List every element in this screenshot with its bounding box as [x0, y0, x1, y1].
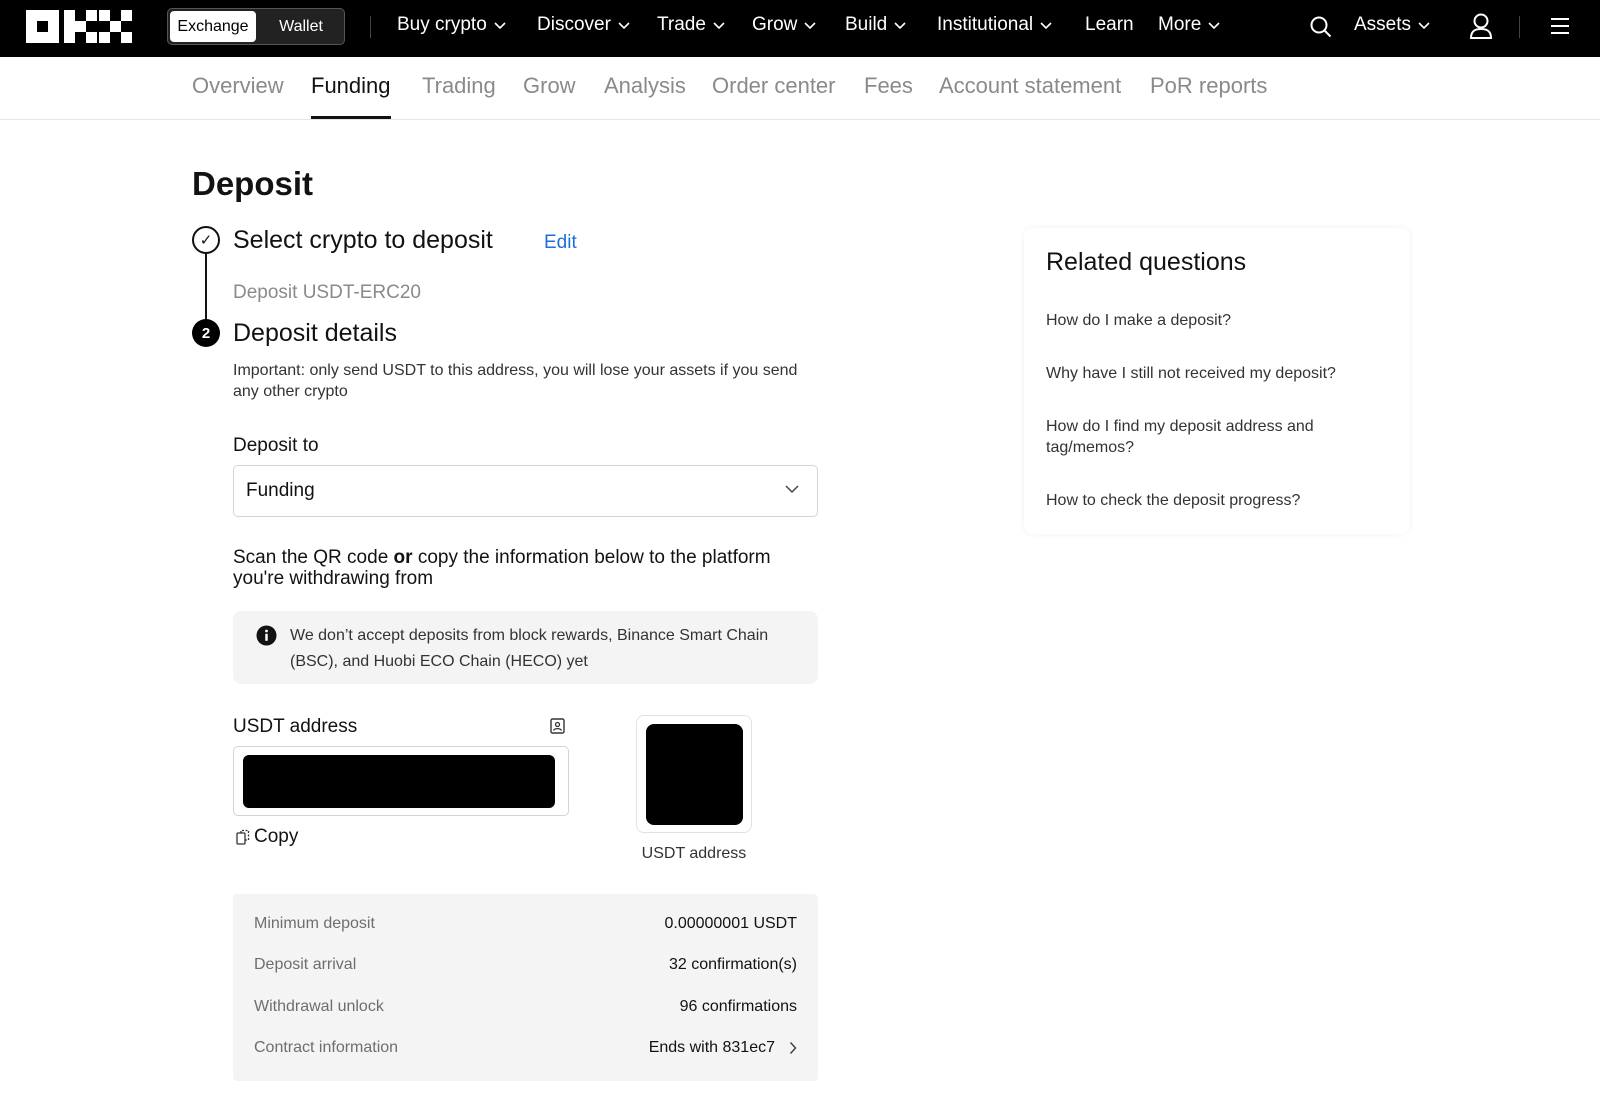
user-icon[interactable]: [1469, 12, 1493, 40]
tab-grow[interactable]: Grow: [523, 73, 576, 99]
redacted-qr-code: [646, 724, 743, 825]
nav-grow[interactable]: Grow: [752, 14, 816, 36]
address-label: USDT address: [233, 716, 358, 737]
copy-icon: [236, 829, 250, 845]
nav-buy-crypto[interactable]: Buy crypto: [397, 14, 506, 36]
address-book-icon[interactable]: [550, 718, 565, 734]
related-question-link[interactable]: How to check the deposit progress?: [1046, 490, 1366, 511]
info-key: Withdrawal unlock: [254, 998, 384, 1015]
info-value: 32 confirmation(s): [668, 956, 797, 973]
info-value: 96 confirmations: [679, 998, 797, 1015]
nav-label: Trade: [657, 14, 706, 35]
tab-account-statement[interactable]: Account statement: [939, 73, 1121, 99]
contract-info-row[interactable]: Contract information Ends with 831ec7: [254, 1039, 797, 1063]
tab-por-reports[interactable]: PoR reports: [1150, 73, 1267, 99]
tab-overview[interactable]: Overview: [192, 73, 284, 99]
nav-institutional[interactable]: Institutional: [937, 14, 1052, 36]
nav-label: Grow: [752, 14, 798, 35]
notice-text: We don’t accept deposits from block rewa…: [290, 627, 769, 670]
redacted-address: [243, 755, 555, 808]
edit-crypto-link[interactable]: Edit: [544, 232, 577, 254]
nav-label: Learn: [1085, 14, 1134, 35]
info-value-wrap: Ends with 831ec7: [649, 1039, 797, 1057]
info-value: Ends with 831ec7: [648, 1039, 775, 1056]
related-question-link[interactable]: Why have I still not received my deposit…: [1046, 363, 1366, 384]
info-row: Withdrawal unlock 96 confirmations: [254, 998, 797, 1022]
info-key: Deposit arrival: [254, 956, 357, 973]
chevron-down-icon: [1208, 19, 1220, 31]
related-question-link[interactable]: How do I find my deposit address and tag…: [1046, 416, 1366, 458]
scan-text-before: Scan the QR code: [233, 547, 394, 568]
deposit-notice: We don’t accept deposits from block rewa…: [233, 611, 818, 684]
chevron-right-icon: [789, 1041, 797, 1055]
step-2-title: Deposit details: [233, 319, 397, 347]
tab-order-center[interactable]: Order center: [712, 73, 836, 99]
chevron-down-icon: [618, 19, 630, 31]
top-navigation-bar: Exchange Wallet Buy crypto Discover Trad…: [0, 0, 1600, 57]
chevron-down-icon: [494, 19, 506, 31]
nav-build[interactable]: Build: [845, 14, 906, 36]
assets-subtabs: Overview Funding Trading Grow Analysis O…: [0, 57, 1600, 120]
step-1-complete-icon: ✓: [192, 226, 220, 254]
info-key: Contract information: [254, 1039, 399, 1056]
tab-analysis[interactable]: Analysis: [604, 73, 686, 99]
deposit-to-label: Deposit to: [233, 435, 319, 456]
info-icon: [256, 625, 277, 646]
tab-trading[interactable]: Trading: [422, 73, 496, 99]
nav-label: Build: [845, 14, 888, 35]
nav-divider: [370, 16, 371, 38]
info-value: 0.00000001 USDT: [664, 915, 797, 932]
selected-crypto: Deposit USDT-ERC20: [233, 282, 421, 303]
nav-divider: [1519, 16, 1520, 38]
related-questions-panel: Related questions How do I make a deposi…: [1024, 228, 1410, 534]
deposit-to-select[interactable]: Funding: [233, 465, 818, 517]
okx-logo[interactable]: [26, 10, 132, 43]
nav-learn[interactable]: Learn: [1085, 14, 1134, 36]
nav-label: Discover: [537, 14, 611, 35]
qr-caption: USDT address: [641, 845, 747, 862]
nav-label: Assets: [1354, 14, 1412, 35]
copy-address-button[interactable]: Copy: [236, 826, 298, 848]
deposit-info-table: Minimum deposit 0.00000001 USDT Deposit …: [233, 894, 818, 1081]
nav-label: Institutional: [937, 14, 1034, 35]
chevron-down-icon: [785, 485, 799, 494]
step-2-badge: 2: [192, 319, 220, 347]
scan-instructions: Scan the QR code or copy the information…: [233, 547, 813, 589]
nav-discover[interactable]: Discover: [537, 14, 630, 36]
menu-icon[interactable]: [1550, 17, 1570, 35]
related-question-link[interactable]: How do I make a deposit?: [1046, 310, 1366, 331]
page-title: Deposit: [192, 165, 314, 202]
qr-code: [636, 715, 752, 833]
exchange-wallet-toggle: Exchange Wallet: [167, 8, 345, 45]
deposit-to-value: Funding: [246, 480, 315, 501]
step-1-title: Select crypto to deposit: [233, 226, 493, 254]
nav-assets[interactable]: Assets: [1354, 14, 1430, 36]
exchange-mode-button[interactable]: Exchange: [170, 11, 256, 42]
copy-label: Copy: [254, 826, 299, 847]
nav-label: More: [1158, 14, 1202, 35]
related-title: Related questions: [1046, 248, 1247, 276]
chevron-down-icon: [804, 19, 816, 31]
chevron-down-icon: [894, 19, 906, 31]
deposit-warning: Important: only send USDT to this addres…: [233, 362, 798, 400]
step-connector: [205, 252, 207, 322]
nav-label: Buy crypto: [397, 14, 487, 35]
chevron-down-icon: [1418, 19, 1430, 31]
wallet-mode-button[interactable]: Wallet: [258, 9, 344, 44]
nav-more[interactable]: More: [1158, 14, 1220, 36]
tab-funding[interactable]: Funding: [311, 73, 391, 99]
search-icon[interactable]: [1309, 15, 1333, 39]
address-field[interactable]: [233, 746, 569, 816]
tab-fees[interactable]: Fees: [864, 73, 913, 99]
info-row: Deposit arrival 32 confirmation(s): [254, 956, 797, 980]
scan-text-bold: or: [393, 547, 413, 568]
info-row: Minimum deposit 0.00000001 USDT: [254, 915, 797, 939]
active-tab-indicator: [311, 116, 391, 119]
chevron-down-icon: [1040, 19, 1052, 31]
nav-trade[interactable]: Trade: [657, 14, 725, 36]
info-key: Minimum deposit: [254, 915, 375, 932]
chevron-down-icon: [713, 19, 725, 31]
